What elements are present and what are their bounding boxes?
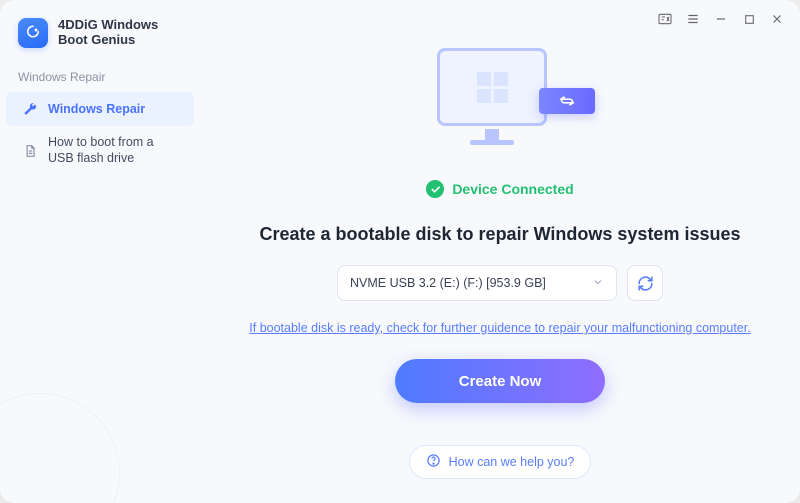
sidebar: 4DDiG Windows Boot Genius Windows Repair… xyxy=(0,0,200,503)
logo: 4DDiG Windows Boot Genius xyxy=(0,18,200,66)
sidebar-section-label: Windows Repair xyxy=(0,66,200,92)
refresh-button[interactable] xyxy=(627,265,663,301)
headline: Create a bootable disk to repair Windows… xyxy=(260,224,741,245)
titlebar xyxy=(656,0,800,48)
minimize-icon[interactable] xyxy=(712,10,730,28)
app-title: 4DDiG Windows Boot Genius xyxy=(58,18,158,48)
help-icon xyxy=(426,453,441,471)
main-panel: Device Connected Create a bootable disk … xyxy=(200,0,800,503)
device-dropdown[interactable]: NVME USB 3.2 (E:) (F:) [953.9 GB] xyxy=(337,265,617,301)
usb-badge xyxy=(539,88,595,114)
device-dropdown-value: NVME USB 3.2 (E:) (F:) [953.9 GB] xyxy=(350,276,546,290)
chevron-down-icon xyxy=(592,276,604,291)
refresh-icon xyxy=(637,275,654,292)
device-select-row: NVME USB 3.2 (E:) (F:) [953.9 GB] xyxy=(337,265,663,301)
maximize-icon[interactable] xyxy=(740,10,758,28)
menu-icon[interactable] xyxy=(684,10,702,28)
decorative-circle xyxy=(0,393,120,503)
app-title-line1: 4DDiG Windows xyxy=(58,18,158,33)
create-now-button[interactable]: Create Now xyxy=(395,359,605,403)
monitor-base xyxy=(470,140,514,145)
sidebar-item-label: Windows Repair xyxy=(48,102,145,116)
body: 4DDiG Windows Boot Genius Windows Repair… xyxy=(0,0,800,503)
check-icon xyxy=(426,180,444,198)
app-window: 4DDiG Windows Boot Genius Windows Repair… xyxy=(0,0,800,503)
status-row: Device Connected xyxy=(426,180,573,198)
language-icon[interactable] xyxy=(656,10,674,28)
wrench-icon xyxy=(22,101,38,117)
close-icon[interactable] xyxy=(768,10,786,28)
help-button[interactable]: How can we help you? xyxy=(409,445,592,479)
status-text: Device Connected xyxy=(452,181,573,197)
sidebar-item-windows-repair[interactable]: Windows Repair xyxy=(6,92,194,126)
logo-icon xyxy=(18,18,48,48)
sidebar-item-how-to-boot[interactable]: How to boot from a USB flash drive xyxy=(6,126,194,175)
windows-logo-icon xyxy=(477,72,508,103)
guidance-link[interactable]: If bootable disk is ready, check for fur… xyxy=(249,321,750,335)
sidebar-item-label: How to boot from a USB flash drive xyxy=(48,135,178,166)
monitor-screen xyxy=(437,48,547,126)
app-title-line2: Boot Genius xyxy=(58,33,158,48)
monitor-illustration xyxy=(415,44,585,164)
help-label: How can we help you? xyxy=(449,455,575,469)
document-icon xyxy=(22,143,38,159)
